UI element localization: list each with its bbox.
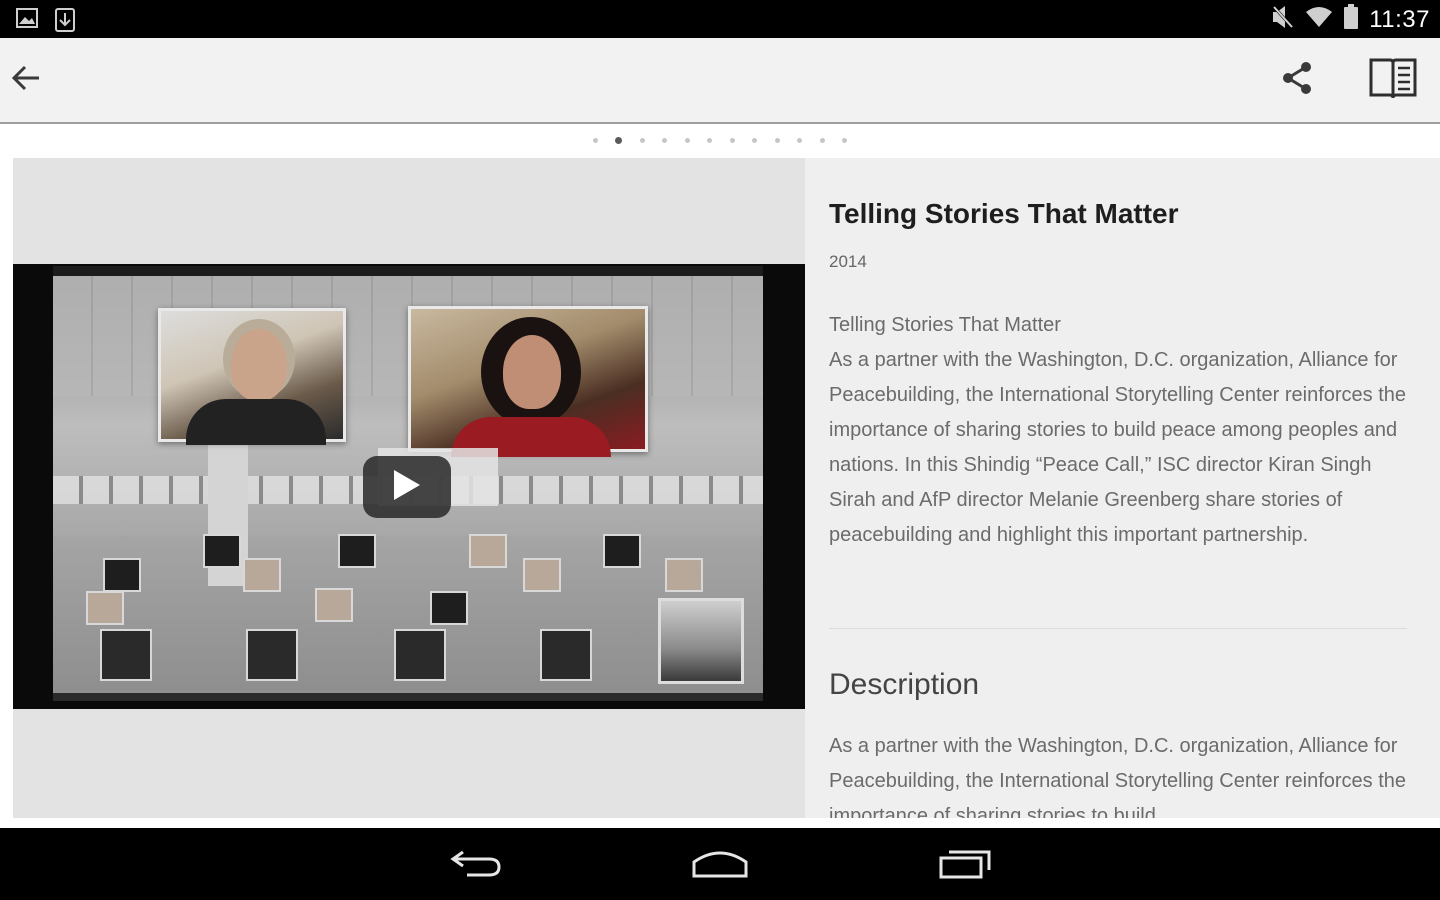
status-time: 11:37	[1369, 5, 1430, 33]
page-dot	[752, 138, 758, 143]
nav-home-button[interactable]	[680, 842, 760, 888]
open-in-reader-button[interactable]	[1362, 52, 1424, 108]
summary-text: Telling Stories That Matter As a partner…	[829, 308, 1419, 553]
video-participant-c	[658, 598, 744, 684]
video-bottom-bar	[53, 693, 763, 701]
page-dot	[774, 138, 780, 143]
open-book-icon	[1368, 56, 1418, 105]
share-icon	[1281, 61, 1313, 100]
download-icon	[54, 8, 76, 37]
page-dot	[684, 138, 690, 143]
page-dot	[639, 138, 645, 143]
nav-back-icon	[449, 846, 505, 885]
video-participant-a	[158, 308, 346, 445]
page-dot	[707, 138, 713, 143]
page-dot	[842, 138, 848, 143]
play-icon	[392, 468, 422, 507]
video-participant-b	[408, 306, 648, 457]
summary-body: As a partner with the Washington, D.C. o…	[829, 349, 1407, 546]
detail-panel: Telling Stories That Matter 2014 Telling…	[805, 158, 1440, 818]
description-heading: Description	[829, 668, 980, 701]
video-player[interactable]	[13, 264, 805, 709]
year-label: 2014	[829, 252, 867, 271]
page-dot	[729, 138, 735, 143]
share-button[interactable]	[1272, 56, 1322, 104]
system-nav-bar	[0, 828, 1440, 900]
page-indicator-dots	[592, 137, 848, 144]
play-button[interactable]	[363, 456, 451, 518]
nav-home-icon	[691, 846, 749, 885]
arrow-back-icon	[11, 65, 41, 96]
nav-recents-icon	[937, 846, 993, 885]
summary-title: Telling Stories That Matter	[829, 314, 1061, 336]
status-bar: 11:37	[0, 0, 1440, 38]
image-icon	[16, 8, 38, 37]
page-indicator	[0, 124, 1440, 158]
action-bar	[0, 38, 1440, 124]
content-area: Telling Stories That Matter 2014 Telling…	[0, 158, 1440, 828]
mute-icon	[1271, 4, 1295, 35]
media-panel	[13, 158, 805, 818]
page-dot	[615, 137, 623, 144]
wifi-icon	[1305, 6, 1333, 33]
back-button[interactable]	[4, 56, 48, 104]
nav-recents-button[interactable]	[925, 842, 1005, 888]
page-title: Telling Stories That Matter	[829, 198, 1179, 229]
page-dot	[592, 138, 598, 143]
video-top-bar	[53, 266, 763, 276]
description-body: As a partner with the Washington, D.C. o…	[829, 735, 1407, 818]
page-dot	[797, 138, 803, 143]
nav-back-button[interactable]	[437, 842, 517, 888]
divider	[829, 628, 1407, 629]
page-dot	[819, 138, 825, 143]
page-dot	[662, 138, 668, 143]
battery-icon	[1343, 4, 1359, 35]
